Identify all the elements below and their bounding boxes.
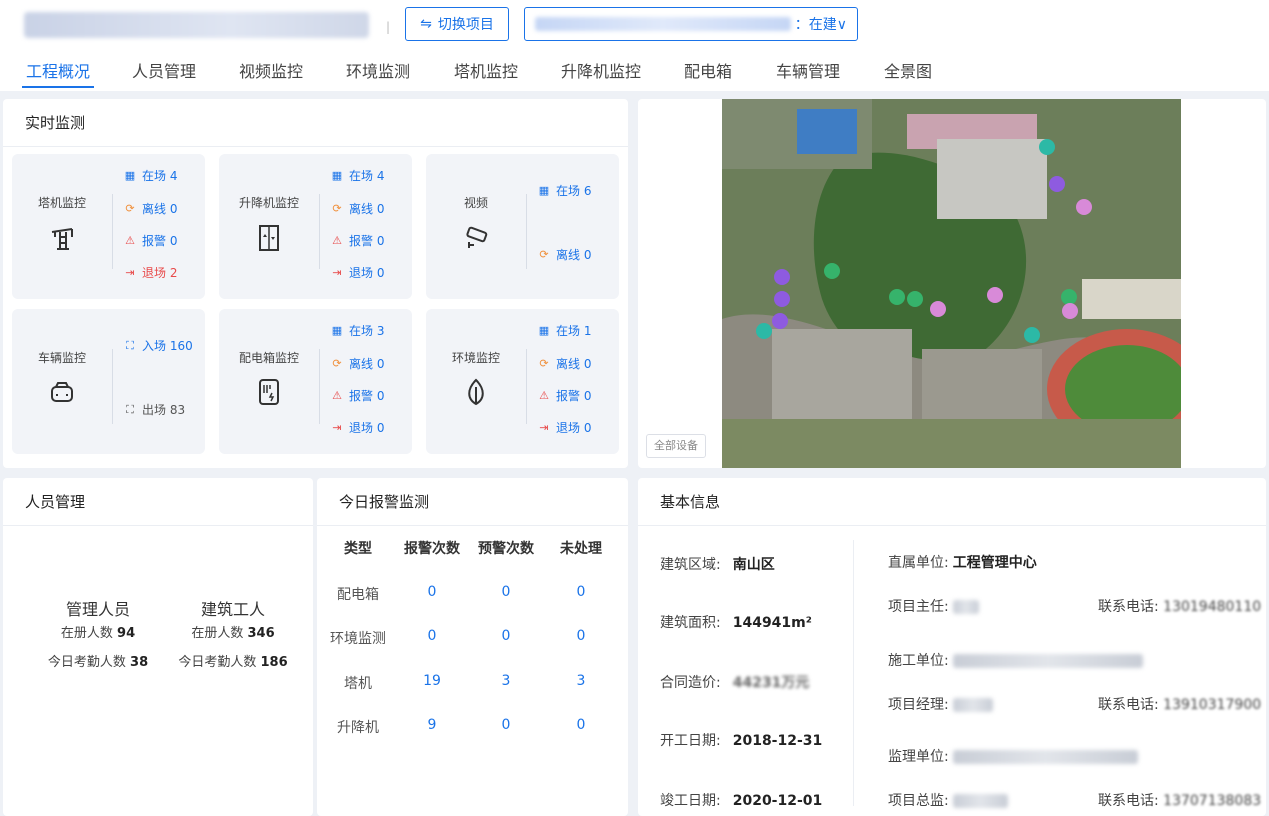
separator: | xyxy=(386,20,391,34)
elevator-card[interactable]: 升降机监控 ▦ 在场 4 ⟳ 离线 0 ⚠ 报警 0 ⇥ 退场 0 xyxy=(219,154,412,299)
builder-row: 施工单位: xyxy=(888,650,1144,670)
table-row: 塔机 19 3 3 xyxy=(344,673,586,692)
phone3-row: 联系电话: 13707138083 xyxy=(1098,793,1262,809)
personnel-title: 人员管理 xyxy=(3,478,313,526)
director-row: 项目主任: xyxy=(888,596,980,616)
tab-power-box[interactable]: 配电箱 xyxy=(684,58,732,88)
top-bar: | ⇋ 切换项目 ：在建∨ 工程概况 人员管理 视频监控 环境监测 塔机监控 升… xyxy=(0,0,1269,91)
tab-overview[interactable]: 工程概况 xyxy=(22,58,95,88)
basic-info-panel: 基本信息 建筑区域: 南山区 建筑面积: 144941m² 合同造价: 44231万元… xyxy=(638,478,1266,816)
start-row: 开工日期: 2018-12-31 xyxy=(660,733,823,749)
size-row: 建筑面积: 144941m² xyxy=(660,615,812,631)
env-card[interactable]: 环境监控 ▦ 在场 1 ⟳ 离线 0 ⚠ 报警 0 ⇥ 退场 0 xyxy=(426,309,619,454)
offline-icon: ⟳ xyxy=(125,201,135,215)
project-select[interactable]: ：在建∨ xyxy=(524,7,858,41)
grid-icon: ▦ xyxy=(124,168,136,182)
table-row: 配电箱 0 0 0 xyxy=(337,584,586,603)
exit-icon: ⇥ xyxy=(125,265,135,279)
tab-tower-crane[interactable]: 塔机监控 xyxy=(454,58,518,88)
supervisor-row: 监理单位: xyxy=(888,746,1139,766)
switch-project-button[interactable]: ⇋ 切换项目 xyxy=(405,7,509,41)
alarm-title: 今日报警监测 xyxy=(317,478,628,526)
realtime-title: 实时监测 xyxy=(3,99,628,147)
area-row: 建筑区域: 南山区 xyxy=(660,557,775,573)
tab-panorama[interactable]: 全景图 xyxy=(884,58,932,88)
grid-icon: ▦ xyxy=(538,183,550,197)
enter-icon: ⛶ xyxy=(126,338,134,352)
affiliate-row: 直属单位: 工程管理中心 xyxy=(888,555,1037,571)
exit-icon: ⇥ xyxy=(332,420,342,434)
grid-icon: ▦ xyxy=(331,168,343,182)
workers-block: 建筑工人 在册人数 346 今日考勤人数 186 xyxy=(178,600,288,670)
personnel-panel: 人员管理 管理人员 在册人数 94 今日考勤人数 38 建筑工人 在册人数 34… xyxy=(3,478,313,816)
alarm-icon: ⚠ xyxy=(125,233,135,247)
exit-scan-icon: ⛶ xyxy=(126,402,134,416)
director-redacted xyxy=(953,600,980,614)
project-name-redacted xyxy=(535,17,791,31)
manager-redacted xyxy=(953,698,994,712)
tower-card[interactable]: 塔机监控 ▦ 在场 4 ⟳ 离线 0 ⚠ 报警 0 ⇥ 退场 2 xyxy=(12,154,205,299)
alarm-icon: ⚠ xyxy=(539,388,549,402)
site-map[interactable]: 全部设备 xyxy=(638,99,1266,468)
chief-row: 项目总监: xyxy=(888,790,1009,810)
tab-personnel[interactable]: 人员管理 xyxy=(132,58,196,88)
manager-row: 项目经理: xyxy=(888,694,994,714)
table-row: 升降机 9 0 0 xyxy=(337,717,586,736)
vehicle-card[interactable]: 车辆监控 ⛶ 入场 160 ⛶ 出场 83 xyxy=(12,309,205,454)
car-icon xyxy=(51,382,73,402)
all-devices-button[interactable]: 全部设备 xyxy=(646,434,706,458)
basic-info-title: 基本信息 xyxy=(638,478,1266,526)
tab-video[interactable]: 视频监控 xyxy=(239,58,303,88)
power-box-icon xyxy=(259,379,279,405)
tab-elevator[interactable]: 升降机监控 xyxy=(561,58,641,88)
tower-crane-icon xyxy=(51,228,73,250)
end-row: 竣工日期: 2020-12-01 xyxy=(660,793,823,809)
phone1-row: 联系电话: 13019480110 xyxy=(1098,599,1262,615)
exit-icon: ⇥ xyxy=(539,420,549,434)
offline-icon: ⟳ xyxy=(539,356,549,370)
project-status: ：在建∨ xyxy=(794,17,847,33)
realtime-panel: 实时监测 塔机监控 ▦ 在场 4 ⟳ 离线 0 ⚠ 报警 0 ⇥ 退场 2 升降机监控 … xyxy=(3,99,628,468)
swap-icon: ⇋ xyxy=(420,16,432,32)
builder-redacted xyxy=(953,654,1144,668)
alarm-icon: ⚠ xyxy=(332,388,342,402)
offline-icon: ⟳ xyxy=(332,201,342,215)
alarm-panel: 今日报警监测 类型 报警次数 预警次数 未处理 配电箱 0 0 0 环境监测 0… xyxy=(317,478,628,816)
offline-icon: ⟳ xyxy=(539,247,549,261)
table-row: 环境监测 0 0 0 xyxy=(330,628,586,647)
video-card[interactable]: 视频 ▦ 在场 6 ⟳ 离线 0 xyxy=(426,154,619,299)
tab-environment[interactable]: 环境监测 xyxy=(346,58,410,88)
leaf-icon xyxy=(468,378,484,406)
camera-icon xyxy=(466,226,488,248)
project-title-redacted xyxy=(24,12,369,38)
offline-icon: ⟳ xyxy=(332,356,342,370)
exit-icon: ⇥ xyxy=(332,265,342,279)
cost-row: 合同造价: 44231万元 xyxy=(660,675,810,691)
supervisor-redacted xyxy=(953,750,1139,764)
grid-icon: ▦ xyxy=(538,323,550,337)
phone2-row: 联系电话: 13910317900 xyxy=(1098,697,1262,713)
chief-redacted xyxy=(953,794,1009,808)
aerial-map-image[interactable] xyxy=(722,99,1181,468)
elevator-icon xyxy=(259,225,279,251)
managers-block: 管理人员 在册人数 94 今日考勤人数 38 xyxy=(47,600,149,670)
tab-vehicle[interactable]: 车辆管理 xyxy=(776,58,840,88)
power-card[interactable]: 配电箱监控 ▦ 在场 3 ⟳ 离线 0 ⚠ 报警 0 ⇥ 退场 0 xyxy=(219,309,412,454)
main-tabs: 工程概况 人员管理 视频监控 环境监测 塔机监控 升降机监控 配电箱 车辆管理 … xyxy=(0,58,1269,90)
alarm-icon: ⚠ xyxy=(332,233,342,247)
alarm-header-row: 类型 报警次数 预警次数 未处理 xyxy=(344,541,602,557)
grid-icon: ▦ xyxy=(331,323,343,337)
